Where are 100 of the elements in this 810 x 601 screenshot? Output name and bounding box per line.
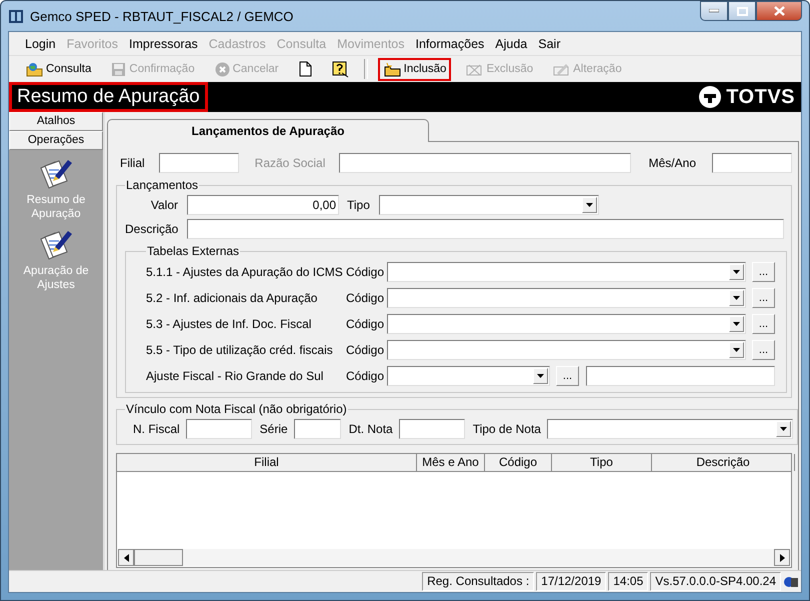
menu-item[interactable]: Impressoras (129, 36, 198, 50)
dropdown-button[interactable] (533, 368, 548, 384)
cancel-icon (214, 62, 230, 76)
menu-item[interactable]: Login (25, 36, 56, 50)
text-field[interactable] (398, 419, 465, 439)
close-icon (774, 6, 784, 16)
group-title: Vínculo com Nota Fiscal (não obrigatório) (125, 402, 348, 416)
text-field[interactable] (158, 153, 239, 173)
minimize-button[interactable] (700, 1, 728, 21)
text-field[interactable] (339, 153, 631, 173)
field-label: 5.3 - Ajustes de Inf. Doc. Fiscal (146, 317, 312, 331)
field-label: Dt. Nota (348, 422, 393, 436)
dropdown-field[interactable] (378, 195, 599, 215)
field-label: Código (346, 369, 386, 383)
logo-text: TOTVS (726, 86, 795, 108)
field-label: 5.5 - Tipo de utilização créd. fiscais (146, 343, 334, 357)
browse-button[interactable]: ... (752, 262, 775, 282)
screen-title: Resumo de Apuração (9, 82, 208, 112)
dropdown-button[interactable] (729, 264, 744, 280)
status-field: Reg. Consultados : (422, 572, 534, 591)
browse-button[interactable]: ... (752, 288, 775, 308)
sidebar-section-button[interactable]: Operações (9, 131, 103, 150)
menu-item[interactable]: Sair (538, 36, 560, 50)
status-field: 14:05 (608, 572, 648, 591)
scroll-right-icon[interactable] (780, 554, 784, 562)
dropdown-button[interactable] (582, 197, 597, 213)
folder-star-icon (382, 62, 401, 76)
column-header[interactable]: Mês e Ano (417, 454, 485, 471)
group-title: Lançamentos (125, 178, 200, 192)
text-field[interactable] (294, 419, 341, 439)
app-icon (8, 8, 24, 24)
caret-down-icon (733, 296, 740, 300)
horizontal-scrollbar[interactable] (118, 549, 790, 566)
field-label: Razão Social (254, 156, 326, 170)
browse-button[interactable]: ... (752, 314, 775, 334)
browse-button[interactable]: ... (556, 366, 579, 386)
caret-down-icon (733, 322, 740, 326)
logo-icon (698, 85, 722, 109)
field-label: Código (346, 265, 386, 279)
column-header[interactable]: Descrição (652, 454, 795, 471)
field-label: 5.2 - Inf. adicionais da Apuração (146, 291, 318, 305)
dropdown-field[interactable] (387, 288, 746, 308)
delete-icon (466, 62, 484, 76)
dropdown-button[interactable] (729, 342, 744, 358)
dropdown-field[interactable] (387, 366, 550, 386)
caret-down-icon (780, 427, 787, 431)
text-field[interactable] (187, 219, 784, 239)
column-header[interactable]: Código (485, 454, 552, 471)
toolbar-button[interactable]: Inclusão (378, 58, 452, 80)
edit-icon (553, 62, 570, 76)
tab[interactable]: Lançamentos de Apuração (107, 119, 429, 142)
menu-item[interactable]: Ajuda (495, 36, 528, 50)
field-label: Descrição (125, 222, 178, 236)
caret-down-icon (537, 374, 544, 378)
dropdown-field[interactable] (387, 262, 746, 282)
status-field: 17/12/2019 (536, 572, 606, 591)
field-label: Mês/Ano (648, 156, 696, 170)
caret-down-icon (733, 270, 740, 274)
text-field[interactable] (186, 419, 252, 439)
value-field[interactable]: 0,00 (187, 195, 339, 215)
column-header[interactable]: Filial (117, 454, 417, 471)
network-icon (783, 574, 799, 588)
close-button[interactable] (756, 1, 802, 21)
maximize-icon (736, 6, 748, 16)
column-header[interactable]: Tipo (552, 454, 652, 471)
field-label: Ajuste Fiscal - Rio Grande do Sul (146, 369, 324, 383)
dropdown-button[interactable] (729, 316, 744, 332)
toolbar-button[interactable]: Consulta (21, 58, 96, 80)
dropdown-field[interactable] (387, 340, 746, 360)
field-label: Tipo (347, 198, 370, 212)
dropdown-field[interactable] (387, 314, 746, 334)
field-label: Valor (150, 198, 178, 212)
caret-down-icon (586, 203, 593, 207)
window-title: Gemco SPED - RBTAUT_FISCAL2 / GEMCO (30, 8, 294, 24)
sidebar-section-button[interactable]: Atalhos (9, 112, 103, 131)
field-label: Código (346, 317, 386, 331)
menu-item[interactable]: Informações (416, 36, 484, 50)
scrollbar-thumb[interactable] (134, 549, 183, 566)
minimize-icon (709, 9, 719, 13)
field-label: Tipo de Nota (472, 422, 541, 436)
dropdown-field[interactable] (546, 419, 793, 439)
documents-pen-icon (39, 158, 73, 190)
dropdown-button[interactable] (776, 421, 791, 437)
field-label: Filial (120, 156, 145, 170)
dropdown-button[interactable] (729, 290, 744, 306)
scroll-left-icon[interactable] (124, 554, 128, 562)
documents-pen-icon (39, 229, 73, 261)
maximize-button[interactable] (728, 1, 756, 21)
text-field[interactable] (586, 366, 775, 386)
field-label: Série (260, 422, 288, 436)
browse-button[interactable]: ... (752, 340, 775, 360)
help-icon (332, 60, 349, 78)
group-title: Tabelas Externas (146, 244, 240, 258)
folder-globe-icon (26, 62, 43, 76)
status-field: Vs.57.0.0.0-SP4.00.24 (650, 572, 781, 591)
field-label: Código (346, 291, 386, 305)
field-label: N. Fiscal (133, 422, 180, 436)
new-document-icon (298, 61, 312, 77)
field-label: Código (346, 343, 386, 357)
text-field[interactable] (712, 153, 792, 173)
